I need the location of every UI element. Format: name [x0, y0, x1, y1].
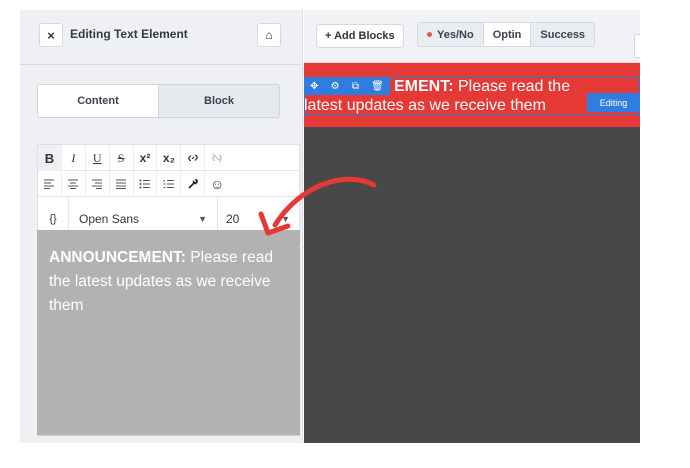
block-tools: ✥ ⚙ ⧉ 🗑: [304, 77, 390, 95]
duplicate-icon[interactable]: ⧉: [352, 81, 359, 92]
bullet-list-icon[interactable]: [134, 171, 158, 197]
braces-icon[interactable]: {}: [38, 213, 68, 225]
italic-icon[interactable]: I: [62, 145, 86, 171]
editor-bottom-bar: [37, 435, 300, 443]
align-right-icon[interactable]: [86, 171, 110, 197]
state-yes-no[interactable]: Yes/No: [418, 23, 483, 46]
status-dot: [427, 32, 432, 37]
move-icon[interactable]: ✥: [310, 81, 318, 92]
preview-canvas: EMENT: Please read the latest updates as…: [304, 63, 640, 443]
font-size-value: 20: [226, 211, 240, 226]
unlink-icon[interactable]: [205, 145, 229, 171]
state-label: Yes/No: [437, 28, 474, 41]
link-icon[interactable]: [181, 145, 206, 171]
align-center-icon[interactable]: [62, 171, 86, 197]
add-blocks-button[interactable]: + Add Blocks: [316, 24, 404, 48]
format-row: B I U S x² x₂: [38, 145, 299, 171]
close-icon[interactable]: ×: [39, 23, 63, 47]
numbered-list-icon[interactable]: [157, 171, 182, 197]
align-row: ☺: [38, 171, 299, 197]
editor-bold-text: ANNOUNCEMENT:: [49, 249, 186, 266]
gear-icon[interactable]: ⚙: [331, 81, 340, 92]
color-picker-icon[interactable]: [181, 171, 206, 197]
announcement-bar[interactable]: EMENT: Please read the latest updates as…: [304, 63, 640, 127]
font-family-value: Open Sans: [79, 211, 140, 226]
superscript-icon[interactable]: x²: [134, 145, 158, 171]
editor-screen: × Editing Text Element ⌂ Content Block B…: [0, 0, 690, 468]
editing-badge: Editing: [587, 93, 640, 112]
subscript-icon[interactable]: x₂: [157, 145, 182, 171]
builder-topbar: + Add Blocks Yes/No Optin Success: [304, 10, 640, 63]
panel-header: × Editing Text Element ⌂: [20, 10, 302, 65]
text-editor-area[interactable]: ANNOUNCEMENT: Please read the latest upd…: [37, 230, 300, 435]
state-success[interactable]: Success: [531, 23, 594, 46]
tab-content[interactable]: Content: [38, 85, 158, 117]
tab-block[interactable]: Block: [158, 85, 279, 117]
trash-icon[interactable]: 🗑: [371, 81, 384, 92]
align-left-icon[interactable]: [38, 171, 62, 197]
strikethrough-icon[interactable]: S: [110, 145, 134, 171]
text-toolbar: B I U S x² x₂ ☺ {} Open Sans ▼ 20 ▼: [37, 144, 300, 240]
emoji-icon[interactable]: ☺: [205, 171, 229, 197]
view-state-group: Yes/No Optin Success: [417, 22, 596, 47]
state-optin[interactable]: Optin: [482, 23, 532, 46]
home-icon[interactable]: ⌂: [257, 23, 281, 47]
panel-title: Editing Text Element: [70, 27, 188, 41]
bold-icon[interactable]: B: [38, 145, 62, 171]
align-justify-icon[interactable]: [110, 171, 134, 197]
panel-tabs: Content Block: [37, 84, 280, 118]
chevron-down-icon: ▼: [281, 213, 290, 224]
underline-icon[interactable]: U: [86, 145, 110, 171]
chevron-down-icon: ▼: [198, 213, 207, 224]
toolbar-overflow-stub: [634, 34, 640, 58]
